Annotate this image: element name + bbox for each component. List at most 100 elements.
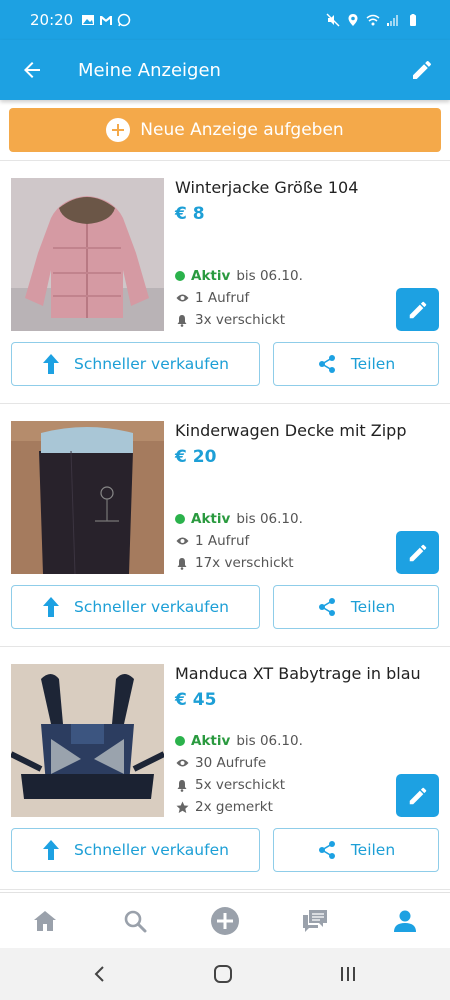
status-label: Aktiv: [191, 733, 231, 749]
listing-sent: 5x verschickt: [175, 777, 285, 793]
system-home-icon[interactable]: [213, 964, 233, 984]
sell-faster-button[interactable]: Schneller verkaufen: [11, 828, 260, 872]
listing-photo-stroller-blanket[interactable]: [11, 421, 164, 574]
saved-count: 2x gemerkt: [195, 799, 273, 815]
listing-price: € 20: [175, 447, 217, 467]
status-label: Aktiv: [191, 511, 231, 527]
search-icon: [124, 910, 147, 932]
nav-add[interactable]: [195, 893, 255, 949]
sent-count: 5x verschickt: [195, 777, 286, 793]
listing-views: 1 Aufruf: [175, 290, 249, 306]
listing-title[interactable]: Kinderwagen Decke mit Zipp: [175, 421, 406, 440]
edit-listing-button[interactable]: [396, 774, 439, 817]
divider: [0, 889, 450, 890]
nav-search[interactable]: [105, 893, 165, 949]
listing-views: 1 Aufruf: [175, 533, 249, 549]
status-bar: 20:20: [0, 0, 450, 40]
eye-icon: [176, 294, 188, 302]
arrow-left-icon: [24, 62, 40, 78]
listing-price: € 8: [175, 204, 205, 224]
listing-title[interactable]: Winterjacke Größe 104: [175, 178, 358, 197]
sent-count: 17x verschickt: [195, 555, 294, 571]
arrow-up-icon: [43, 597, 60, 617]
sell-faster-label: Schneller verkaufen: [74, 841, 229, 859]
sell-faster-button[interactable]: Schneller verkaufen: [11, 342, 260, 386]
active-dot-icon: [175, 271, 185, 281]
star-icon: [176, 801, 188, 813]
listing-item: Manduca XT Babytrage in blau € 45 Aktiv …: [0, 646, 450, 876]
battery-icon: [410, 14, 416, 26]
system-back-icon[interactable]: [92, 965, 108, 983]
nav-messages[interactable]: [285, 893, 345, 949]
listing-status: Aktiv bis 06.10.: [175, 733, 303, 749]
bottom-nav: [0, 892, 450, 948]
arrow-up-icon: [43, 354, 60, 374]
share-button[interactable]: Teilen: [273, 585, 439, 629]
messages-icon: [303, 909, 327, 932]
wifi-icon: [366, 14, 380, 26]
listing-price: € 45: [175, 690, 217, 710]
sell-faster-label: Schneller verkaufen: [74, 355, 229, 373]
pencil-icon: [409, 301, 426, 318]
listing-status: Aktiv bis 06.10.: [175, 511, 303, 527]
share-button[interactable]: Teilen: [273, 828, 439, 872]
listing-sent: 3x verschickt: [175, 312, 285, 328]
arrow-up-icon: [43, 840, 60, 860]
listing-status: Aktiv bis 06.10.: [175, 268, 303, 284]
pencil-icon: [413, 60, 431, 79]
listing-photo-winterjacket[interactable]: [11, 178, 164, 331]
status-until: bis 06.10.: [236, 268, 303, 284]
profile-icon: [394, 910, 416, 932]
listing-photo-baby-carrier[interactable]: [11, 664, 164, 817]
add-circle-icon: [211, 906, 239, 935]
active-dot-icon: [175, 514, 185, 524]
plus-circle-icon: [106, 118, 131, 142]
views-count: 1 Aufruf: [195, 533, 250, 549]
status-label: Aktiv: [191, 268, 231, 284]
listing-saved: 2x gemerkt: [175, 799, 273, 815]
page-title: Meine Anzeigen: [78, 59, 221, 81]
new-ad-button[interactable]: Neue Anzeige aufgeben: [9, 108, 441, 152]
pencil-icon: [409, 787, 426, 804]
views-count: 1 Aufruf: [195, 290, 250, 306]
eye-icon: [176, 759, 188, 767]
share-label: Teilen: [350, 598, 396, 616]
share-icon: [318, 841, 335, 859]
system-nav-bar: [0, 948, 450, 1000]
views-count: 30 Aufrufe: [195, 755, 267, 771]
signal-icon: [387, 15, 398, 26]
nav-home[interactable]: [15, 893, 75, 949]
bell-icon: [177, 314, 187, 327]
share-label: Teilen: [350, 355, 396, 373]
pencil-icon: [409, 544, 426, 561]
share-button[interactable]: Teilen: [273, 342, 439, 386]
system-recents-icon[interactable]: [338, 965, 358, 983]
sent-count: 3x verschickt: [195, 312, 286, 328]
edit-listing-button[interactable]: [396, 288, 439, 331]
edit-listing-button[interactable]: [396, 531, 439, 574]
share-icon: [318, 355, 335, 373]
listing-sent: 17x verschickt: [175, 555, 294, 571]
location-icon: [348, 14, 358, 26]
status-until: bis 06.10.: [236, 511, 303, 527]
active-dot-icon: [175, 736, 185, 746]
nav-profile[interactable]: [375, 893, 435, 949]
mute-icon: [326, 13, 340, 27]
share-label: Teilen: [350, 841, 396, 859]
whatsapp-icon: [117, 13, 131, 27]
edit-mode-button[interactable]: [394, 40, 450, 100]
listing-item: Kinderwagen Decke mit Zipp € 20 Aktiv bi…: [0, 403, 450, 633]
listing-title[interactable]: Manduca XT Babytrage in blau: [175, 664, 421, 683]
back-button[interactable]: [0, 40, 64, 100]
share-icon: [318, 598, 335, 616]
bell-icon: [177, 779, 187, 792]
status-time: 20:20: [30, 11, 74, 29]
sell-faster-label: Schneller verkaufen: [74, 598, 229, 616]
status-until: bis 06.10.: [236, 733, 303, 749]
new-ad-label: Neue Anzeige aufgeben: [140, 120, 344, 140]
mail-icon: [100, 16, 113, 25]
sell-faster-button[interactable]: Schneller verkaufen: [11, 585, 260, 629]
eye-icon: [176, 537, 188, 545]
home-icon: [34, 910, 56, 931]
bell-icon: [177, 557, 187, 570]
